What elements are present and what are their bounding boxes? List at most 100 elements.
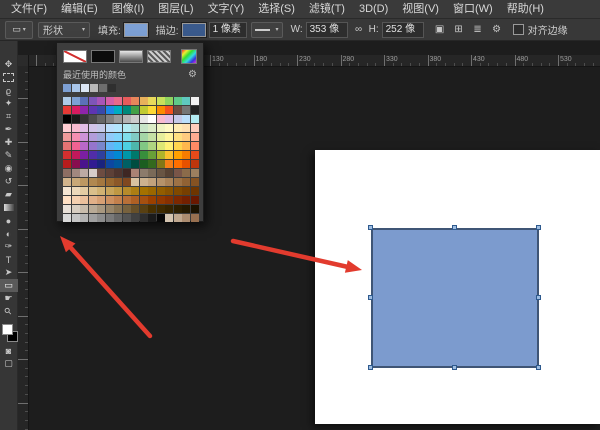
color-swatch[interactable] <box>148 187 156 195</box>
color-swatch[interactable] <box>80 205 88 213</box>
rectangle-shape[interactable] <box>371 228 539 368</box>
color-swatch[interactable] <box>72 124 80 132</box>
menu-item[interactable]: 编辑(E) <box>54 0 105 18</box>
color-swatch[interactable] <box>157 151 165 159</box>
color-swatch[interactable] <box>89 115 97 123</box>
fill-gradient-button[interactable] <box>119 50 143 63</box>
menu-item[interactable]: 窗口(W) <box>446 0 500 18</box>
fill-color-swatch[interactable] <box>124 23 148 37</box>
color-swatch[interactable] <box>140 214 148 222</box>
color-swatch[interactable] <box>174 106 182 114</box>
color-swatch[interactable] <box>63 205 71 213</box>
fill-pattern-button[interactable] <box>147 50 171 63</box>
color-swatch[interactable] <box>106 106 114 114</box>
color-swatch[interactable] <box>191 160 199 168</box>
color-swatch[interactable] <box>106 124 114 132</box>
color-swatch[interactable] <box>140 151 148 159</box>
align-edges-checkbox[interactable] <box>513 24 524 35</box>
color-swatch[interactable] <box>131 133 139 141</box>
history-brush-tool[interactable]: ↺ <box>0 175 18 188</box>
color-swatch[interactable] <box>114 142 122 150</box>
menu-item[interactable]: 文件(F) <box>4 0 54 18</box>
color-swatch[interactable] <box>63 106 71 114</box>
color-swatch[interactable] <box>80 142 88 150</box>
color-swatch[interactable] <box>140 124 148 132</box>
color-swatch[interactable] <box>182 196 190 204</box>
color-swatch[interactable] <box>123 169 131 177</box>
type-tool[interactable]: T <box>0 253 18 266</box>
color-swatch[interactable] <box>148 142 156 150</box>
color-swatch[interactable] <box>63 84 71 92</box>
color-swatch[interactable] <box>148 196 156 204</box>
color-swatch[interactable] <box>89 97 97 105</box>
color-swatch[interactable] <box>174 160 182 168</box>
path-select-tool[interactable]: ➤ <box>0 266 18 279</box>
color-swatch[interactable] <box>131 196 139 204</box>
color-swatch[interactable] <box>140 169 148 177</box>
color-swatch[interactable] <box>63 97 71 105</box>
color-swatch[interactable] <box>106 205 114 213</box>
color-swatch[interactable] <box>165 160 173 168</box>
color-swatch[interactable] <box>191 97 199 105</box>
color-swatch[interactable] <box>174 97 182 105</box>
color-swatch[interactable] <box>157 214 165 222</box>
foreground-color-swatch[interactable] <box>2 324 13 335</box>
color-swatch[interactable] <box>80 160 88 168</box>
color-swatch[interactable] <box>106 178 114 186</box>
color-swatch[interactable] <box>123 205 131 213</box>
color-swatch[interactable] <box>72 160 80 168</box>
color-swatch[interactable] <box>89 160 97 168</box>
gear-icon[interactable]: ⚙ <box>489 22 505 38</box>
color-swatch[interactable] <box>191 151 199 159</box>
color-swatch[interactable] <box>72 214 80 222</box>
color-swatch[interactable] <box>182 160 190 168</box>
anchor-handle[interactable] <box>452 365 457 370</box>
color-swatch[interactable] <box>89 133 97 141</box>
color-swatch[interactable] <box>90 84 98 92</box>
screen-mode[interactable]: ▢ <box>0 357 18 370</box>
color-swatch[interactable] <box>89 178 97 186</box>
color-swatch[interactable] <box>148 97 156 105</box>
color-swatch[interactable] <box>106 160 114 168</box>
color-swatch[interactable] <box>165 178 173 186</box>
color-swatch[interactable] <box>123 160 131 168</box>
color-swatch[interactable] <box>108 84 116 92</box>
color-swatch[interactable] <box>72 169 80 177</box>
color-swatch[interactable] <box>63 196 71 204</box>
color-swatch[interactable] <box>131 205 139 213</box>
color-swatch[interactable] <box>123 196 131 204</box>
color-swatch[interactable] <box>106 214 114 222</box>
color-swatch[interactable] <box>72 142 80 150</box>
color-swatch[interactable] <box>157 115 165 123</box>
color-swatch[interactable] <box>97 142 105 150</box>
color-swatch[interactable] <box>140 205 148 213</box>
color-swatch[interactable] <box>72 106 80 114</box>
color-swatch[interactable] <box>174 187 182 195</box>
color-swatch[interactable] <box>165 106 173 114</box>
color-swatch[interactable] <box>165 133 173 141</box>
color-swatch[interactable] <box>182 214 190 222</box>
rectangle-tool[interactable]: ▭ <box>0 279 18 292</box>
color-swatch[interactable] <box>72 97 80 105</box>
color-swatch[interactable] <box>140 133 148 141</box>
move-tool[interactable]: ✥ <box>0 58 18 71</box>
color-swatch[interactable] <box>131 160 139 168</box>
color-swatch[interactable] <box>63 115 71 123</box>
color-swatch[interactable] <box>72 133 80 141</box>
color-swatch[interactable] <box>174 124 182 132</box>
color-swatch[interactable] <box>63 133 71 141</box>
color-swatch[interactable] <box>123 178 131 186</box>
color-swatch[interactable] <box>131 142 139 150</box>
color-swatch[interactable] <box>182 115 190 123</box>
anchor-handle[interactable] <box>536 225 541 230</box>
color-swatch[interactable] <box>114 124 122 132</box>
color-swatch[interactable] <box>148 151 156 159</box>
color-swatch[interactable] <box>191 133 199 141</box>
link-dimensions-icon[interactable]: ∞ <box>351 22 367 38</box>
eyedropper-tool[interactable]: ✒ <box>0 123 18 136</box>
color-swatch[interactable] <box>80 196 88 204</box>
quick-mask[interactable]: ◙ <box>0 344 18 357</box>
color-swatch[interactable] <box>89 151 97 159</box>
combine-shapes-icon[interactable]: ▣ <box>432 22 448 38</box>
color-swatch[interactable] <box>97 124 105 132</box>
